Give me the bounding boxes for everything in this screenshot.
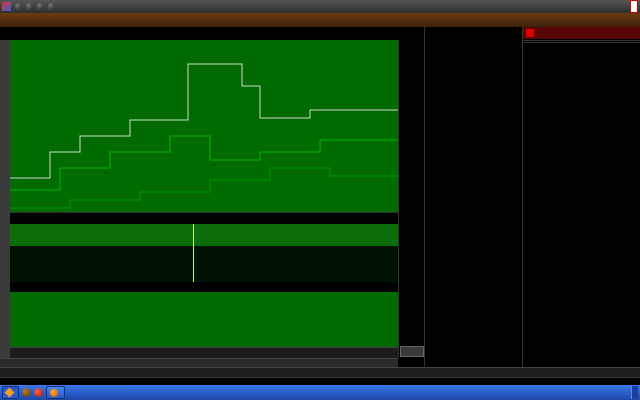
system-tray [631, 386, 638, 399]
stock-header[interactable] [523, 27, 640, 39]
volume-indicator-header [10, 212, 398, 224]
indicator-info-bar [0, 27, 424, 40]
chart-region [10, 40, 398, 358]
red-app-icon[interactable] [34, 388, 43, 397]
window-button-1[interactable] [15, 3, 22, 10]
quote-info-panel [522, 27, 640, 367]
ad-banner[interactable] [630, 0, 638, 13]
taskbar-window-button[interactable] [46, 386, 65, 399]
order-book-panel [424, 27, 522, 367]
window-button-4[interactable] [48, 3, 55, 10]
app-icon [2, 2, 11, 11]
index-status-bar [0, 377, 640, 385]
title-bar [0, 0, 640, 13]
kdj-indicator-header [10, 282, 398, 292]
period-button[interactable] [400, 346, 424, 357]
view-tabs-row [0, 367, 640, 377]
window-button-3[interactable] [37, 3, 44, 10]
axis-labels-column [398, 40, 425, 358]
taskbar-local-button[interactable] [2, 386, 19, 399]
smart-diagnosis-strip [10, 224, 398, 246]
kdj-pane[interactable] [10, 292, 398, 347]
window-button-2[interactable] [26, 3, 33, 10]
app-window [0, 0, 640, 400]
candlestick-chart[interactable] [10, 40, 398, 212]
margin-badge [526, 29, 534, 37]
market-tab-bar [0, 13, 640, 27]
left-vertical-tabs [0, 40, 10, 358]
windows-taskbar [0, 385, 640, 400]
chart-cursor-line [193, 224, 194, 282]
indicator-tabs-row [0, 358, 398, 367]
firefox-icon [50, 389, 58, 397]
volume-pane[interactable] [10, 246, 398, 282]
java-icon[interactable] [22, 388, 31, 397]
local-icon [5, 388, 15, 398]
